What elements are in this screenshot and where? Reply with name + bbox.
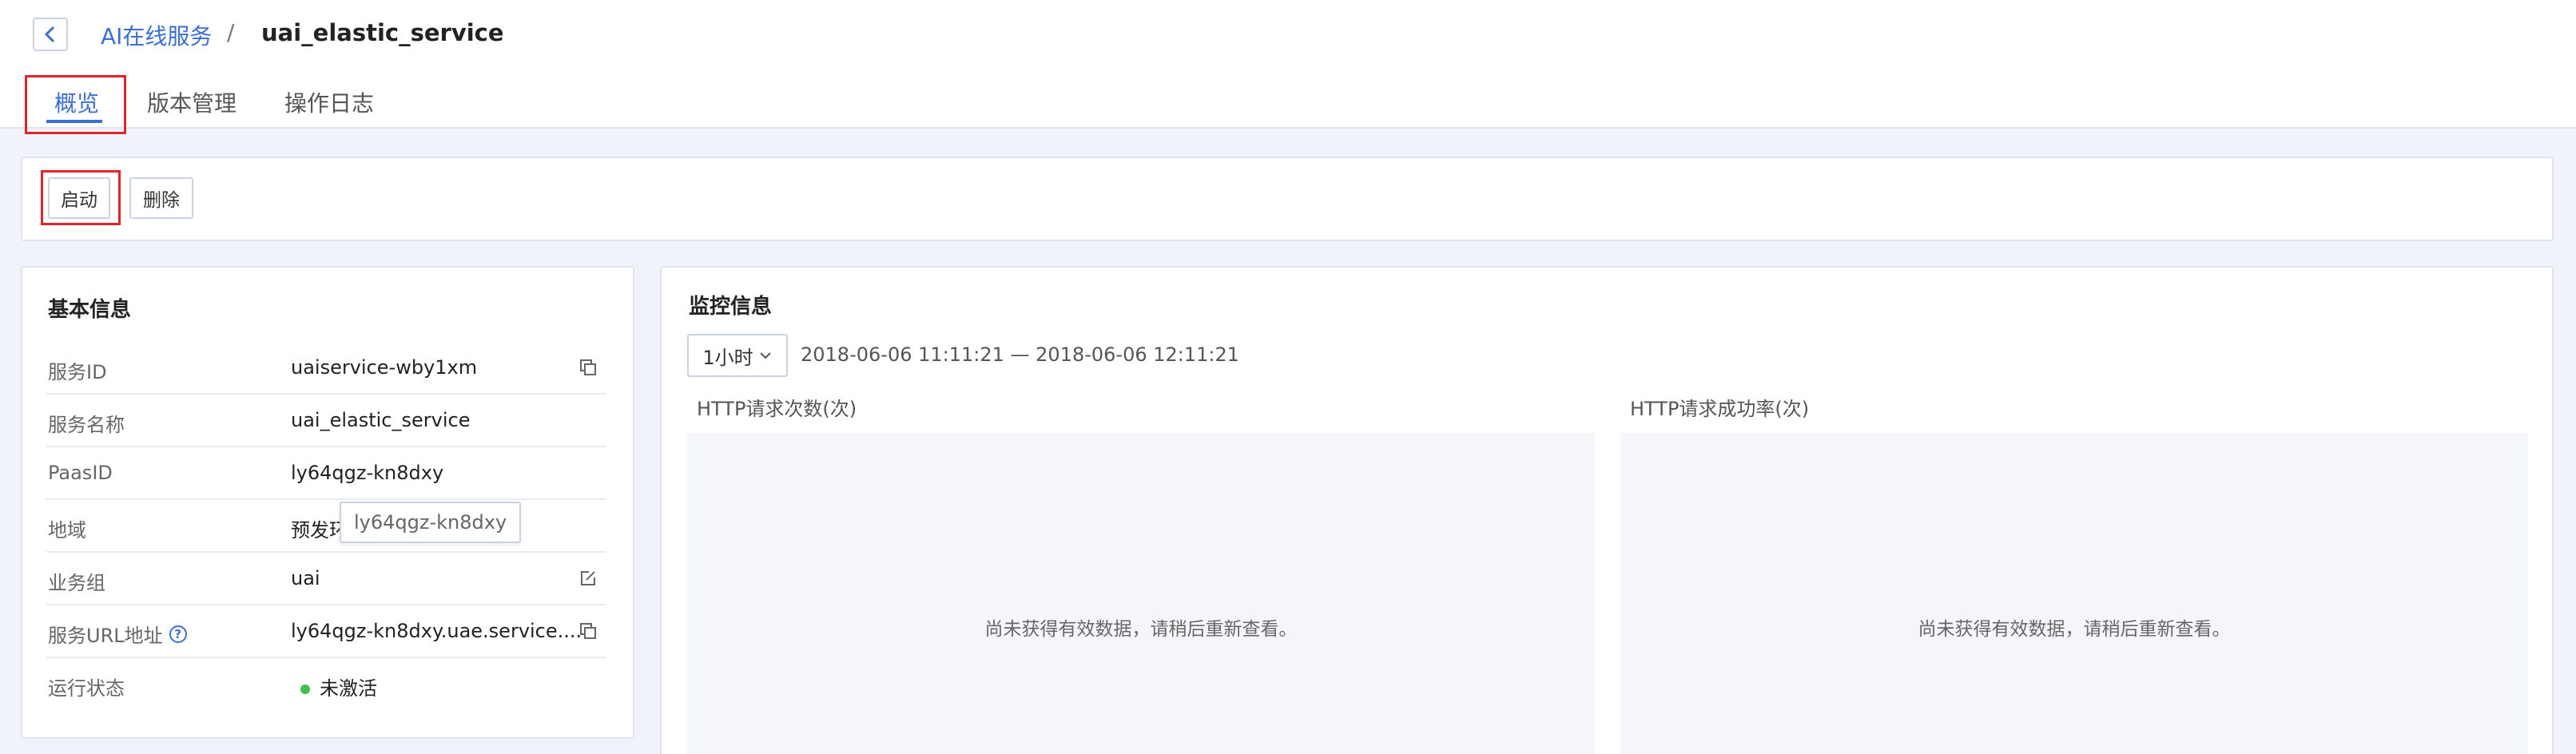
back-button[interactable] xyxy=(33,18,68,51)
info-row-service-name: 服务名称 uai_elastic_service xyxy=(46,395,606,447)
run-status-value: 未激活 xyxy=(300,673,377,700)
tab-operation-log[interactable]: 操作日志 xyxy=(284,86,374,118)
info-row-run-status: 运行状态 未激活 xyxy=(46,658,606,711)
breadcrumb-parent-link[interactable]: AI在线服务 xyxy=(101,19,212,51)
monitor-title: 监控信息 xyxy=(689,295,773,319)
copy-icon[interactable] xyxy=(577,356,599,379)
chart-empty-message: 尚未获得有效数据，请稍后重新查看。 xyxy=(984,619,1298,640)
service-id-value: uaiservice-wby1xm xyxy=(291,356,478,379)
info-row-service-url: 服务URL地址 ? ly64qgz-kn8dxy.uae.service.... xyxy=(46,605,606,658)
service-url-label: 服务URL地址 xyxy=(48,625,163,647)
info-row-paas-id: PaasID ly64qgz-kn8dxy xyxy=(46,447,606,500)
chart-empty-message: 尚未获得有效数据，请稍后重新查看。 xyxy=(1918,619,2231,640)
basic-info-title: 基本信息 xyxy=(48,298,132,322)
info-row-business-group: 业务组 uai xyxy=(46,553,606,605)
delete-button[interactable]: 删除 xyxy=(129,177,193,219)
paas-id-tooltip: ly64qgz-kn8dxy xyxy=(340,502,522,543)
time-range-text: 2018-06-06 11:11:21 — 2018-06-06 12:11:2… xyxy=(801,343,1240,366)
chart-label-success-rate: HTTP请求成功率(次) xyxy=(1630,398,1810,420)
highlight-tab-overview xyxy=(25,75,126,134)
status-dot-icon xyxy=(300,685,310,694)
highlight-start-button xyxy=(41,170,121,225)
info-label: 地域 xyxy=(48,519,86,542)
help-icon[interactable]: ? xyxy=(169,625,187,643)
chevron-down-icon xyxy=(759,352,771,359)
info-label: 服务ID xyxy=(48,361,107,383)
info-label: 服务名称 xyxy=(48,414,125,436)
chart-request-count xyxy=(687,433,1595,754)
tab-version-management[interactable]: 版本管理 xyxy=(147,86,237,118)
status-text: 未激活 xyxy=(320,677,377,700)
time-range-select[interactable]: 1小时 xyxy=(687,334,788,377)
breadcrumb-separator: / xyxy=(227,19,235,46)
copy-icon[interactable] xyxy=(577,620,599,642)
info-label: 业务组 xyxy=(48,572,105,594)
edit-icon[interactable] xyxy=(577,567,599,589)
business-group-value: uai xyxy=(291,567,320,589)
service-name-value: uai_elastic_service xyxy=(291,409,471,431)
service-url-value: ly64qgz-kn8dxy.uae.service.... xyxy=(291,620,582,642)
time-range-value: 1小时 xyxy=(702,346,753,369)
breadcrumb-current: uai_elastic_service xyxy=(261,19,504,46)
toolbar-card: 启动 删除 xyxy=(21,157,2554,241)
top-bar: AI在线服务 / uai_elastic_service 概览 版本管理 操作日… xyxy=(0,0,2576,129)
info-label: 运行状态 xyxy=(48,677,125,700)
info-label: 服务URL地址 ? xyxy=(48,620,187,648)
info-row-service-id: 服务ID uaiservice-wby1xm xyxy=(46,342,606,395)
chevron-left-icon xyxy=(44,26,55,43)
paas-id-value: ly64qgz-kn8dxy xyxy=(291,462,444,484)
info-label: PaasID xyxy=(48,462,113,484)
chart-label-request-count: HTTP请求次数(次) xyxy=(697,398,857,420)
info-row-region: 地域 预发环境 xyxy=(46,500,606,553)
chart-success-rate xyxy=(1620,433,2528,754)
